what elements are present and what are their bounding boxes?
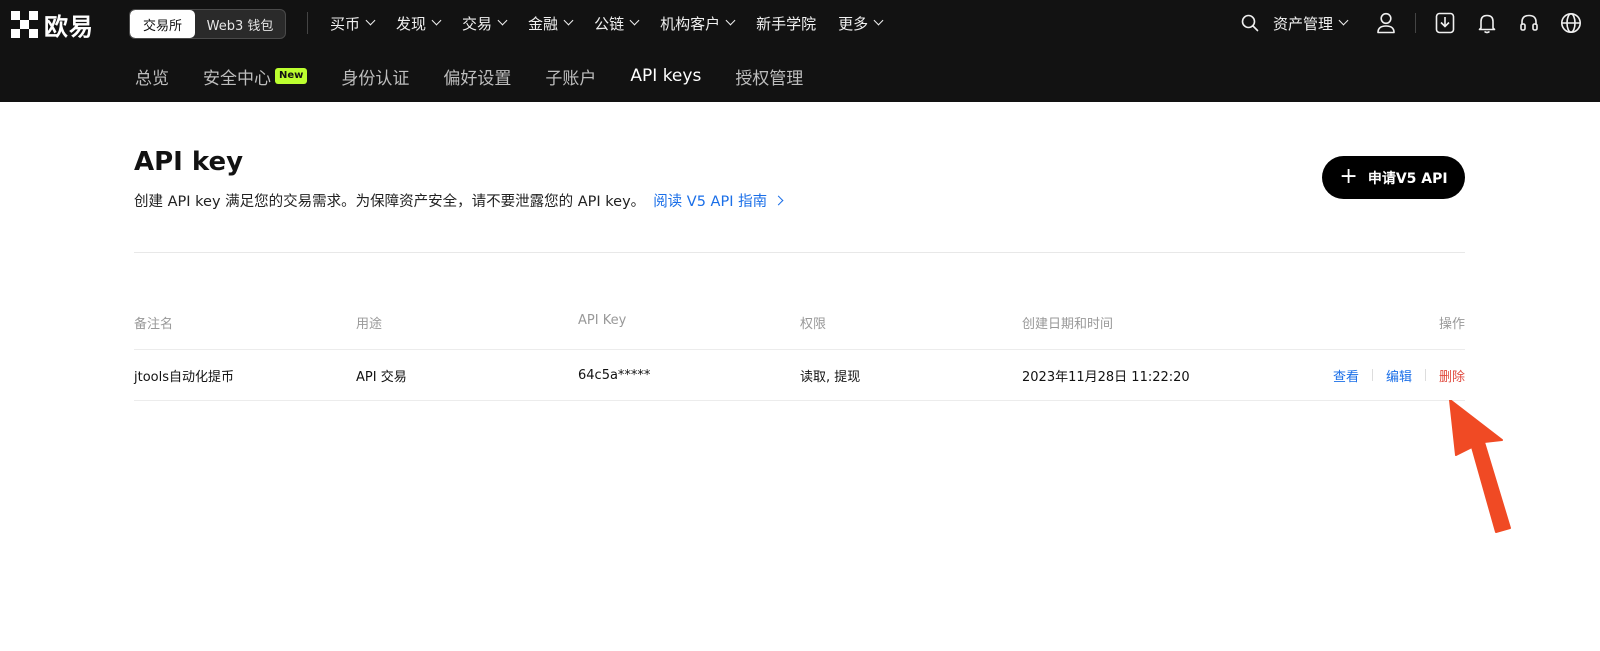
chevron-down-icon <box>1338 15 1349 26</box>
search-button[interactable] <box>1235 8 1265 38</box>
subnav-preferences[interactable]: 偏好设置 <box>443 64 511 89</box>
page-description: 创建 API key 满足您的交易需求。为保障资产安全，请不要泄露您的 API … <box>134 190 784 211</box>
chevron-down-icon <box>431 15 442 26</box>
web3-wallet-tab[interactable]: Web3 钱包 <box>195 10 285 38</box>
chevron-down-icon <box>563 15 574 26</box>
notifications-button[interactable] <box>1472 8 1502 38</box>
view-button[interactable]: 查看 <box>1333 366 1359 385</box>
api-keys-table: 备注名 用途 API Key 权限 创建日期和时间 操作 jtools自动化提币… <box>134 310 1465 401</box>
bell-icon <box>1478 14 1496 33</box>
annotation-arrow-icon <box>1449 400 1511 533</box>
nav-finance[interactable]: 金融 <box>528 12 574 34</box>
cell-permissions: 读取, 提现 <box>800 369 861 385</box>
plus-icon: + <box>1339 164 1358 189</box>
search-icon <box>1241 14 1259 32</box>
description-text: 创建 API key 满足您的交易需求。为保障资产安全，请不要泄露您的 API … <box>134 194 646 210</box>
subnav-api-keys[interactable]: API keys <box>630 66 701 86</box>
chevron-down-icon <box>873 15 884 26</box>
action-divider <box>1424 369 1426 381</box>
chevron-right-icon <box>773 195 784 206</box>
cell-api-key: 64c5a***** <box>578 367 651 383</box>
right-nav-divider <box>1415 13 1416 33</box>
chevron-down-icon <box>629 15 640 26</box>
subnav-authorization[interactable]: 授权管理 <box>735 64 803 89</box>
delete-button[interactable]: 删除 <box>1439 366 1465 385</box>
globe-icon <box>1561 13 1581 33</box>
account-button[interactable] <box>1371 8 1401 38</box>
nav-more[interactable]: 更多 <box>838 12 884 34</box>
user-icon <box>1377 12 1395 34</box>
brand-name: 欧易 <box>44 12 94 41</box>
chevron-down-icon <box>365 15 376 26</box>
header-purpose: 用途 <box>356 317 383 332</box>
nav-discover[interactable]: 发现 <box>396 12 442 34</box>
header-created: 创建日期和时间 <box>1022 317 1114 332</box>
nav-buy-crypto[interactable]: 买币 <box>330 12 376 34</box>
asset-management-menu[interactable]: 资产管理 <box>1273 13 1349 34</box>
cell-name: jtools自动化提币 <box>134 369 235 385</box>
edit-button[interactable]: 编辑 <box>1386 366 1412 385</box>
download-app-button[interactable] <box>1430 8 1460 38</box>
support-button[interactable] <box>1514 8 1544 38</box>
headset-icon <box>1520 14 1538 31</box>
subnav-sub-accounts[interactable]: 子账户 <box>545 64 596 89</box>
subnav-identity-verification[interactable]: 身份认证 <box>341 64 409 89</box>
top-navigation-bar: 欧易 交易所 Web3 钱包 买币 发现 交易 金融 公链 机构客户 新手学院 … <box>0 0 1600 102</box>
nav-academy[interactable]: 新手学院 <box>756 12 816 34</box>
row-actions: 查看 编辑 删除 <box>1272 366 1465 385</box>
main-nav: 买币 发现 交易 金融 公链 机构客户 新手学院 更多 <box>330 12 904 34</box>
chevron-down-icon <box>725 15 736 26</box>
brand-logo[interactable]: 欧易 <box>11 10 94 41</box>
download-icon <box>1435 12 1455 34</box>
page-title: API key <box>134 147 244 177</box>
new-badge: New <box>275 68 308 84</box>
table-row: jtools自动化提币 API 交易 64c5a***** 读取, 提现 202… <box>134 350 1465 401</box>
subnav-security-center[interactable]: 安全中心 New <box>203 64 308 89</box>
nav-institutional[interactable]: 机构客户 <box>660 12 736 34</box>
nav-chain[interactable]: 公链 <box>594 12 640 34</box>
account-sub-nav: 总览 安全中心 New 身份认证 偏好设置 子账户 API keys 授权管理 <box>135 64 837 89</box>
okx-logo-icon <box>11 10 38 38</box>
header-name: 备注名 <box>134 317 174 332</box>
language-button[interactable] <box>1556 8 1586 38</box>
chevron-down-icon <box>497 15 508 26</box>
table-header: 备注名 用途 API Key 权限 创建日期和时间 操作 <box>134 310 1465 350</box>
header-permissions: 权限 <box>800 317 827 332</box>
cell-purpose: API 交易 <box>356 369 407 385</box>
mode-switch: 交易所 Web3 钱包 <box>129 9 286 39</box>
action-divider <box>1371 369 1373 381</box>
nav-divider <box>307 12 308 34</box>
api-guide-link[interactable]: 阅读 V5 API 指南 <box>653 190 784 211</box>
nav-trade[interactable]: 交易 <box>462 12 508 34</box>
apply-v5-api-button[interactable]: + 申请V5 API <box>1322 156 1465 199</box>
exchange-tab[interactable]: 交易所 <box>130 10 195 38</box>
header-actions: 操作 <box>1438 317 1465 332</box>
cell-created: 2023年11月28日 11:22:20 <box>1022 369 1190 385</box>
right-nav: 资产管理 <box>1235 8 1600 38</box>
section-divider <box>134 252 1465 253</box>
subnav-overview[interactable]: 总览 <box>135 64 169 89</box>
header-api-key: API Key <box>578 313 627 328</box>
